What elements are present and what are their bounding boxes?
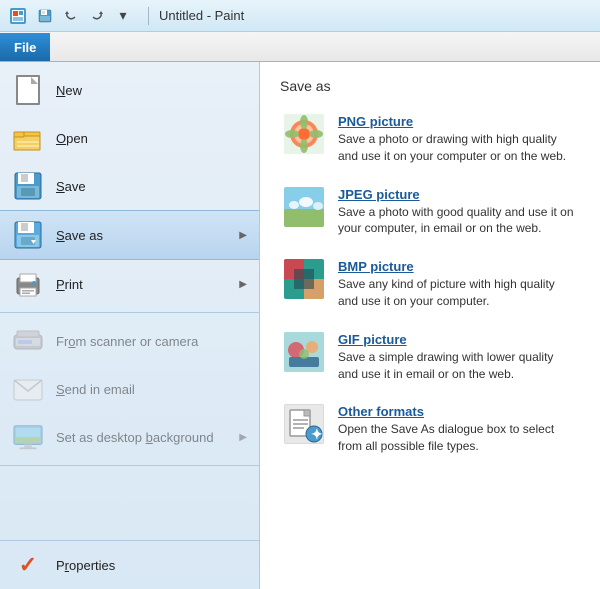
window-title: Untitled - Paint [159,8,244,23]
print-arrow: ▶ [239,279,247,290]
open-icon [12,122,44,154]
menu-item-saveas[interactable]: Save as ▶ [0,210,259,260]
desktop-icon [12,421,44,453]
gif-text: GIF picture Save a simple drawing with l… [338,332,576,383]
jpeg-text: JPEG picture Save a photo with good qual… [338,187,576,238]
properties-label: Properties [56,558,247,573]
quick-access-dropdown[interactable]: ▾ [112,5,134,27]
saveas-png[interactable]: PNG picture Save a photo or drawing with… [280,110,580,169]
save-label: Save [56,179,247,194]
menu-item-new[interactable]: New [0,66,259,114]
saveas-panel-title: Save as [280,78,580,94]
saveas-other[interactable]: ✦ Other formats Open the Save As dialogu… [280,400,580,459]
saveas-panel: Save as PNG picture Save a photo or draw… [260,62,600,589]
menu-item-scanner: From scanner or camera [0,317,259,365]
print-icon [12,268,44,300]
divider-2 [0,465,259,466]
scanner-label: From scanner or camera [56,334,247,349]
menu-container: New Open [0,62,600,589]
menu-item-open[interactable]: Open [0,114,259,162]
left-panel: New Open [0,62,260,589]
menu-item-email: Send in email [0,365,259,413]
jpeg-desc: Save a photo with good quality and use i… [338,204,576,238]
checkmark-icon: ✓ [14,551,42,579]
png-icon [284,114,324,154]
saveas-bmp[interactable]: BMP picture Save any kind of picture wit… [280,255,580,314]
png-text: PNG picture Save a photo or drawing with… [338,114,576,165]
title-bar: ▾ Untitled - Paint [0,0,600,32]
open-label: Open [56,131,247,146]
save-icon [12,170,44,202]
svg-text:✦: ✦ [311,426,323,442]
divider-1 [0,312,259,313]
other-desc: Open the Save As dialogue box to select … [338,421,576,455]
menu-item-properties[interactable]: ✓ Properties [0,540,259,589]
other-text: Other formats Open the Save As dialogue … [338,404,576,455]
desktop-arrow: ▶ [239,432,247,443]
bmp-desc: Save any kind of picture with high quali… [338,276,576,310]
menu-item-save[interactable]: Save [0,162,259,210]
other-title[interactable]: Other formats [338,404,576,419]
png-desc: Save a photo or drawing with high qualit… [338,131,576,165]
gif-title[interactable]: GIF picture [338,332,576,347]
new-label: New [56,83,247,98]
saveas-icon [12,219,44,251]
email-icon [12,373,44,405]
redo-button[interactable] [86,5,108,27]
ribbon-bar: File [0,32,600,62]
bmp-title[interactable]: BMP picture [338,259,576,274]
save-quick-button[interactable] [34,5,56,27]
undo-button[interactable] [60,5,82,27]
print-label: Print [56,277,227,292]
menu-item-desktop: Set as desktop background ▶ [0,413,259,461]
email-label: Send in email [56,382,247,397]
scanner-icon [12,325,44,357]
bmp-icon [284,259,324,299]
file-tab[interactable]: File [0,33,50,61]
toolbar-tools: ▾ [34,5,134,27]
saveas-jpeg[interactable]: JPEG picture Save a photo with good qual… [280,183,580,242]
jpeg-title[interactable]: JPEG picture [338,187,576,202]
saveas-arrow: ▶ [239,230,247,241]
saveas-label: Save as [56,228,227,243]
gif-icon [284,332,324,372]
other-icon: ✦ [284,404,324,444]
desktop-label: Set as desktop background [56,430,227,445]
new-icon [12,74,44,106]
bmp-text: BMP picture Save any kind of picture wit… [338,259,576,310]
jpeg-icon [284,187,324,227]
title-divider [148,7,149,25]
gif-desc: Save a simple drawing with lower quality… [338,349,576,383]
saveas-gif[interactable]: GIF picture Save a simple drawing with l… [280,328,580,387]
menu-item-print[interactable]: Print ▶ [0,260,259,308]
app-icon [8,6,28,26]
png-title[interactable]: PNG picture [338,114,576,129]
properties-icon: ✓ [12,549,44,581]
